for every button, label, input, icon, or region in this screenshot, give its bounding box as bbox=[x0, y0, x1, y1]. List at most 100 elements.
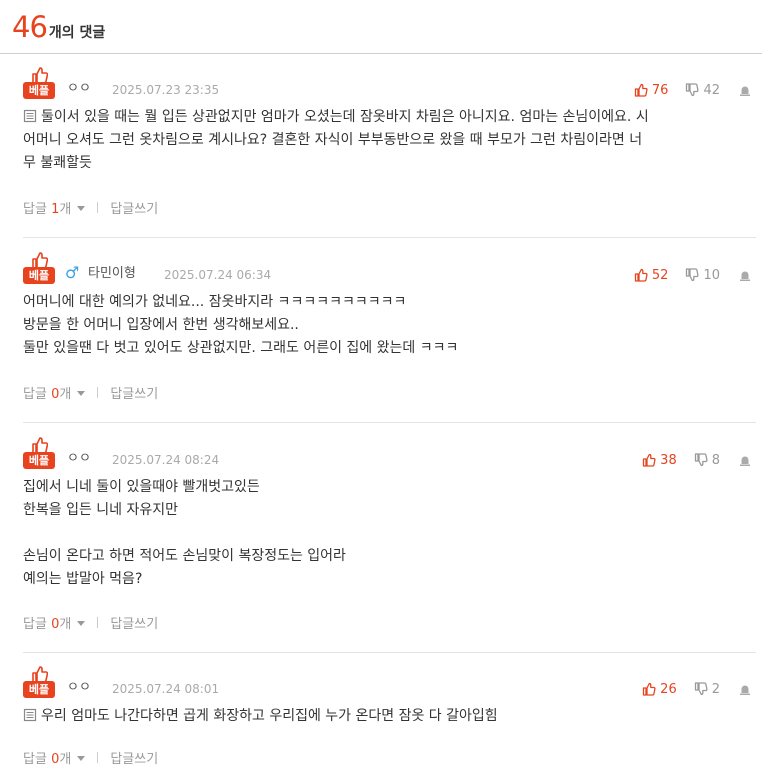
upvote-count: 38 bbox=[660, 452, 677, 468]
vote-group: 76 42 bbox=[634, 80, 756, 100]
comment-body: 집에서 니네 둘이 있을때야 빨개벗고있든 한복을 입든 니네 자유지만 손님이… bbox=[23, 476, 756, 591]
downvote-button[interactable]: 42 bbox=[685, 83, 720, 98]
downvote-count: 2 bbox=[711, 681, 720, 697]
reply-count-suffix: 개 bbox=[59, 616, 72, 632]
reply-label: 답글 bbox=[23, 386, 47, 402]
upvote-count: 52 bbox=[651, 267, 669, 283]
author-name[interactable]: ㅇㅇ bbox=[67, 679, 91, 697]
reply-controls: 답글 0개 답글쓰기 bbox=[23, 381, 756, 403]
comment-count: 46 bbox=[12, 10, 48, 44]
comment-meta: 베플 ㅇㅇ 2025.07.23 23:35 76 42 bbox=[23, 66, 756, 106]
chevron-down-icon bbox=[77, 205, 86, 211]
siren-icon bbox=[740, 456, 750, 466]
vote-group: 52 10 bbox=[634, 265, 756, 285]
downvote-count: 10 bbox=[703, 267, 720, 283]
comment-text: 둘이서 있을 때는 뭘 입든 상관없지만 엄마가 오셨는데 잠옷바지 차림은 아… bbox=[23, 109, 649, 171]
reply-toggle[interactable]: 답글 1개 bbox=[23, 198, 86, 217]
thumbs-down-icon bbox=[694, 682, 708, 696]
chevron-down-icon bbox=[77, 390, 86, 396]
siren-icon bbox=[740, 685, 750, 695]
reply-toggle[interactable]: 답글 0개 bbox=[23, 383, 86, 402]
report-button[interactable] bbox=[738, 682, 756, 696]
best-badge: 베플 bbox=[23, 66, 55, 100]
report-button[interactable] bbox=[738, 268, 756, 282]
upvote-button[interactable]: 26 bbox=[642, 682, 677, 697]
comment-item: 베플 ㅇㅇ 2025.07.23 23:35 76 42 둘이서 있을 때는 뭘… bbox=[23, 66, 756, 218]
comment-count-label: 개의 댓글 bbox=[48, 25, 106, 41]
best-badge: 베플 bbox=[23, 436, 55, 470]
comment-body: 우리 엄마도 나간다하면 곱게 화장하고 우리집에 누가 온다면 잠옷 다 갈아… bbox=[23, 705, 756, 728]
comment-divider bbox=[23, 652, 756, 653]
downvote-count: 42 bbox=[703, 82, 720, 98]
best-label: 베플 bbox=[23, 267, 55, 284]
reply-label: 답글 bbox=[23, 201, 47, 217]
author-name[interactable]: ㅇㅇ bbox=[67, 450, 91, 468]
separator bbox=[97, 386, 99, 398]
author-name[interactable]: 타민이형 bbox=[88, 265, 136, 283]
thumbs-up-icon bbox=[643, 682, 656, 696]
upvote-count: 26 bbox=[660, 681, 677, 697]
upvote-button[interactable]: 76 bbox=[634, 83, 668, 98]
best-label: 베플 bbox=[23, 452, 55, 469]
vote-group: 26 2 bbox=[642, 679, 756, 699]
vote-group: 38 8 bbox=[642, 450, 756, 470]
write-reply-link[interactable]: 답글쓰기 bbox=[110, 198, 158, 217]
reply-controls: 답글 0개 답글쓰기 bbox=[23, 611, 756, 633]
comment-text: 우리 엄마도 나간다하면 곱게 화장하고 우리집에 누가 온다면 잠옷 다 갈아… bbox=[41, 708, 498, 724]
comment-divider bbox=[23, 422, 756, 423]
best-label: 베플 bbox=[23, 82, 55, 99]
comment-date: 2025.07.24 06:34 bbox=[164, 268, 272, 282]
comment-meta: 베플 ㅇㅇ 2025.07.24 08:24 38 8 bbox=[23, 436, 756, 476]
write-reply-link[interactable]: 답글쓰기 bbox=[110, 383, 158, 402]
write-reply-link[interactable]: 답글쓰기 bbox=[110, 613, 158, 632]
comment-item: 베플 ♂ 타민이형 2025.07.24 06:34 52 10 어머니에 대한… bbox=[23, 251, 756, 403]
reply-count-suffix: 개 bbox=[59, 201, 72, 217]
downvote-button[interactable]: 8 bbox=[694, 453, 720, 468]
thumbs-down-icon bbox=[686, 268, 700, 282]
separator bbox=[97, 201, 99, 213]
chevron-down-icon bbox=[77, 620, 86, 626]
thumbs-down-icon bbox=[694, 453, 708, 467]
comment-item: 베플 ㅇㅇ 2025.07.24 08:01 26 2 우리 엄마도 나간다하면… bbox=[23, 665, 756, 768]
reply-count-suffix: 개 bbox=[59, 386, 72, 402]
reply-controls: 답글 1개 답글쓰기 bbox=[23, 196, 756, 218]
upvote-button[interactable]: 52 bbox=[634, 267, 669, 283]
siren-icon bbox=[740, 271, 750, 281]
report-button[interactable] bbox=[738, 453, 756, 467]
siren-icon bbox=[740, 86, 750, 96]
comment-date: 2025.07.23 23:35 bbox=[112, 83, 220, 97]
comment-item: 베플 ㅇㅇ 2025.07.24 08:24 38 8 집에서 니네 둘이 있을… bbox=[23, 436, 756, 633]
comment-date: 2025.07.24 08:24 bbox=[112, 453, 220, 467]
downvote-button[interactable]: 10 bbox=[685, 268, 720, 283]
comment-body: 둘이서 있을 때는 뭘 입든 상관없지만 엄마가 오셨는데 잠옷바지 차림은 아… bbox=[23, 106, 756, 175]
best-badge: 베플 bbox=[23, 251, 55, 285]
thumbs-up-icon bbox=[634, 268, 648, 282]
thumbs-down-icon bbox=[686, 83, 700, 97]
write-reply-link[interactable]: 답글쓰기 bbox=[110, 748, 158, 767]
thumbs-up-icon bbox=[634, 83, 648, 97]
reply-toggle[interactable]: 답글 0개 bbox=[23, 748, 86, 767]
reply-label: 답글 bbox=[23, 616, 47, 632]
comment-divider bbox=[23, 237, 756, 238]
image-icon bbox=[23, 109, 37, 123]
chevron-down-icon bbox=[77, 755, 86, 761]
downvote-count: 8 bbox=[711, 452, 720, 468]
best-badge: 베플 bbox=[23, 665, 55, 699]
separator bbox=[97, 616, 99, 628]
comment-meta: 베플 ㅇㅇ 2025.07.24 08:01 26 2 bbox=[23, 665, 756, 705]
upvote-button[interactable]: 38 bbox=[642, 453, 677, 468]
best-label: 베플 bbox=[23, 681, 55, 698]
downvote-button[interactable]: 2 bbox=[694, 682, 720, 697]
comment-date: 2025.07.24 08:01 bbox=[112, 682, 220, 696]
header-divider bbox=[0, 53, 762, 54]
thumbs-up-icon bbox=[643, 453, 656, 467]
reply-controls: 답글 0개 답글쓰기 bbox=[23, 746, 756, 768]
comment-meta: 베플 ♂ 타민이형 2025.07.24 06:34 52 10 bbox=[23, 251, 756, 291]
author-name[interactable]: ㅇㅇ bbox=[67, 80, 91, 98]
report-button[interactable] bbox=[738, 83, 756, 97]
male-icon: ♂ bbox=[65, 263, 80, 282]
comment-text: 어머니에 대한 예의가 없네요... 잠옷바지라 ㅋㅋㅋㅋㅋㅋㅋㅋㅋㅋ 방문을 … bbox=[23, 294, 459, 356]
reply-count-suffix: 개 bbox=[59, 751, 72, 767]
reply-toggle[interactable]: 답글 0개 bbox=[23, 613, 86, 632]
comment-body: 어머니에 대한 예의가 없네요... 잠옷바지라 ㅋㅋㅋㅋㅋㅋㅋㅋㅋㅋ 방문을 … bbox=[23, 291, 756, 360]
